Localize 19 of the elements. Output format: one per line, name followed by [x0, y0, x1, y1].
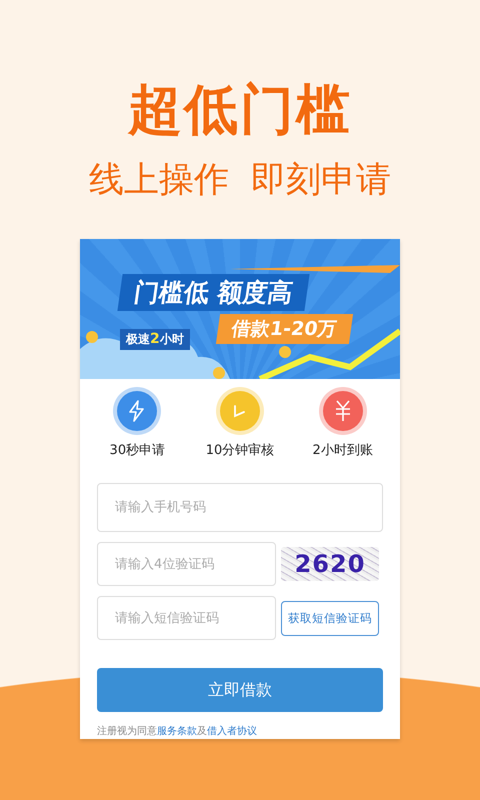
clock-icon: [234, 404, 246, 418]
feature-label: 2小时到账: [312, 442, 373, 459]
feature-label: 30秒申请: [110, 442, 166, 459]
speed-tag: 极速2小时: [120, 329, 190, 350]
terms-link[interactable]: 服务条款: [157, 726, 197, 737]
headline: 超低门槛: [128, 78, 352, 142]
banner-title: 门槛低 额度高: [117, 274, 310, 311]
subheadline: 线上操作 即刻申请: [88, 159, 392, 202]
yen-icon: [334, 400, 352, 422]
sms-code-field[interactable]: 请输入短信验证码: [97, 596, 276, 640]
terms-text: 注册视为同意服务条款及借入者协议: [97, 724, 258, 738]
borrow-button[interactable]: 立即借款: [97, 668, 383, 712]
get-sms-code-button[interactable]: 获取短信验证码: [281, 600, 379, 636]
feature-label: 10分钟审核: [206, 442, 274, 459]
captcha-field[interactable]: 请输入4位验证码: [97, 542, 276, 586]
agreement-link[interactable]: 借入者协议: [207, 726, 257, 737]
banner-amount: 借款1-20万: [216, 314, 353, 344]
captcha-image[interactable]: 2620: [281, 547, 379, 581]
phone-field[interactable]: 请输入手机号码: [97, 483, 383, 532]
